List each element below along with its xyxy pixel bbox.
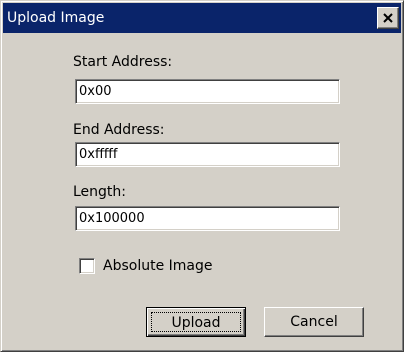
upload-button[interactable]: Upload — [146, 307, 246, 337]
dialog-title: Upload Image — [7, 10, 105, 26]
start-address-label: Start Address: — [73, 54, 173, 70]
absolute-image-label: Absolute Image — [103, 258, 213, 274]
cancel-button[interactable]: Cancel — [264, 307, 364, 337]
title-bar[interactable]: Upload Image — [3, 3, 401, 33]
start-address-input[interactable] — [75, 79, 340, 104]
close-x-icon — [383, 13, 393, 23]
length-input[interactable] — [75, 206, 340, 231]
end-address-label: End Address: — [73, 122, 165, 138]
upload-image-dialog: Upload Image Start Address: End Address:… — [0, 0, 404, 352]
upload-button-label: Upload — [151, 312, 241, 332]
close-button[interactable] — [377, 7, 399, 29]
end-address-input[interactable] — [75, 142, 340, 167]
length-label: Length: — [73, 184, 127, 200]
absolute-image-checkbox[interactable] — [79, 258, 95, 274]
